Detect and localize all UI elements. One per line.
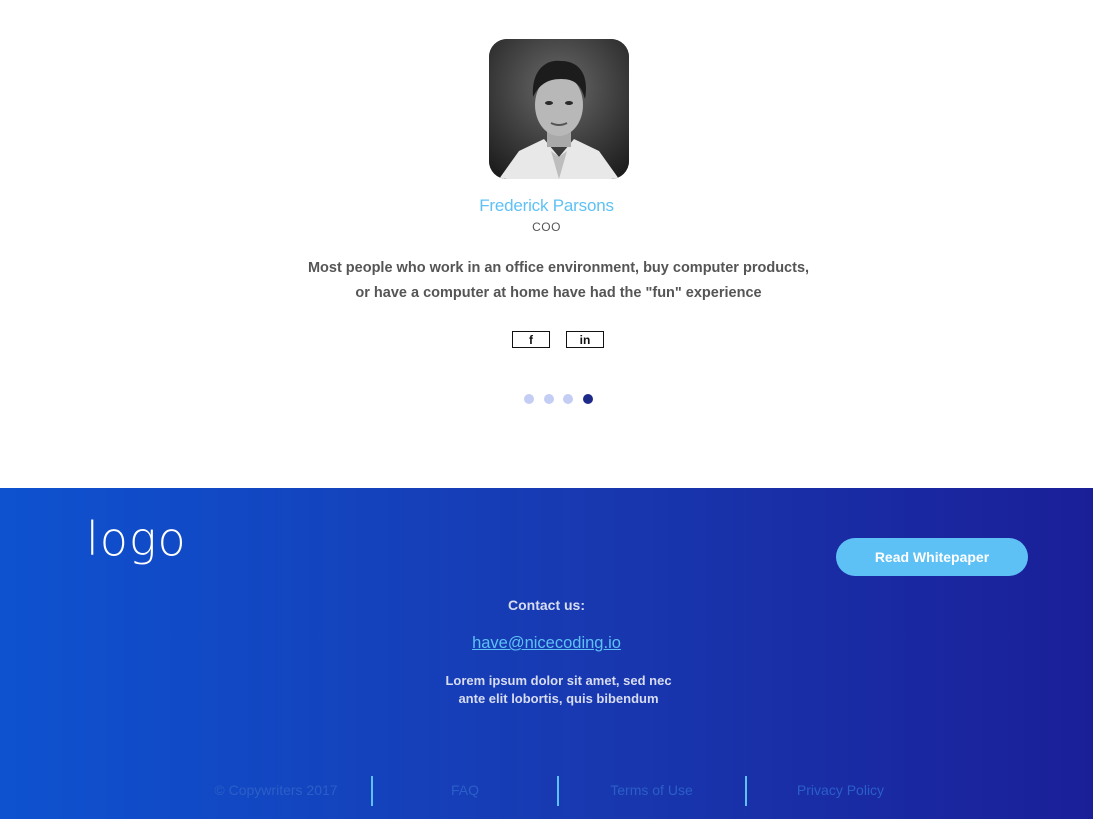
person-name: Frederick Parsons: [479, 196, 614, 215]
carousel-dot-4-active[interactable]: [583, 394, 593, 404]
privacy-link[interactable]: Privacy Policy: [748, 782, 933, 798]
faq-link[interactable]: FAQ: [374, 782, 556, 798]
footer-divider: [745, 776, 747, 806]
footer: logo Read Whitepaper Contact us: have@ni…: [0, 488, 1093, 819]
carousel-dot-3[interactable]: [563, 394, 573, 404]
email-container: have@nicecoding.io: [0, 634, 1093, 653]
person-role: COO: [532, 220, 561, 234]
linkedin-icon: in: [579, 332, 591, 347]
testimonial-section: Frederick Parsons COO Most people who wo…: [0, 0, 1093, 488]
carousel-dot-2[interactable]: [544, 394, 554, 404]
facebook-button[interactable]: f: [512, 331, 550, 348]
carousel-dot-1[interactable]: [524, 394, 534, 404]
footer-divider: [371, 776, 373, 806]
blurb-line: ante elit lobortis, quis bibendum: [458, 691, 659, 706]
avatar: [489, 39, 629, 179]
footer-blurb: Lorem ipsum dolor sit amet, sed nec ante…: [400, 672, 717, 708]
blurb-line: Lorem ipsum dolor sit amet, sed nec: [445, 673, 672, 688]
person-portrait: [489, 39, 629, 179]
testimonial-quote: Most people who work in an office enviro…: [296, 256, 821, 306]
linkedin-button[interactable]: in: [566, 331, 604, 348]
copyright-text: © Copywriters 2017: [214, 782, 338, 798]
terms-link[interactable]: Terms of Use: [560, 782, 743, 798]
contact-label: Contact us:: [508, 597, 585, 613]
footer-divider: [557, 776, 559, 806]
read-whitepaper-button[interactable]: Read Whitepaper: [836, 538, 1028, 576]
quote-line: or have a computer at home have had the …: [355, 285, 762, 301]
quote-line: Most people who work in an office enviro…: [307, 260, 810, 276]
logo[interactable]: logo: [86, 516, 187, 562]
email-link[interactable]: have@nicecoding.io: [472, 634, 621, 652]
facebook-icon: f: [529, 332, 533, 347]
